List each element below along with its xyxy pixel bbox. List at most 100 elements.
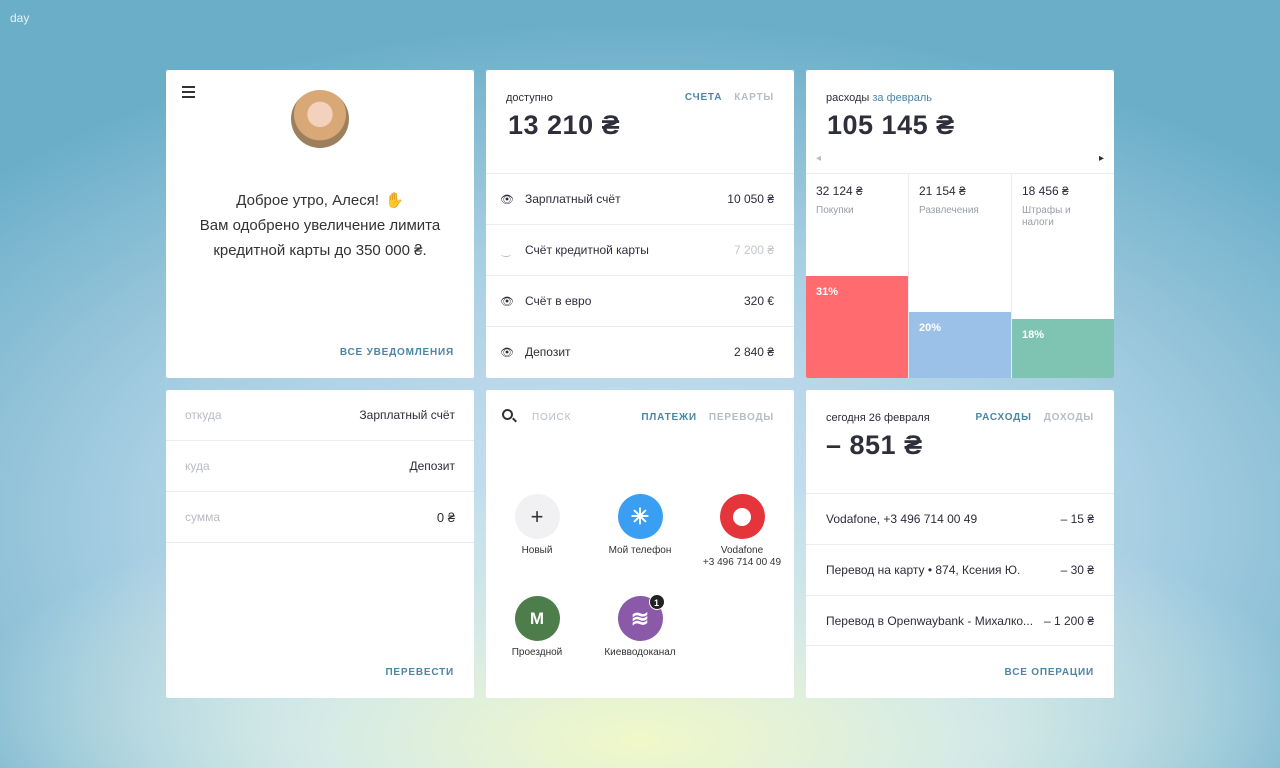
operations-card: сегодня 26 февраля расходы доходы – 851 … [806,390,1114,698]
greeting-message: Доброе утро, Алеся! ✋ Вам одобрено увелич… [166,188,474,263]
eye-icon[interactable]: 👁 [500,346,514,359]
from-field[interactable]: откуда Зарплатный счёт [166,390,474,441]
to-field[interactable]: куда Депозит [166,441,474,492]
payment-tile-my-phone[interactable]: ✳ Мой телефон [590,494,690,557]
available-label: доступно [506,92,553,104]
menu-icon[interactable] [182,86,195,98]
tab-accounts[interactable]: счета [685,92,722,103]
category-percent: 20% [919,322,942,334]
expenses-label: расходы [826,92,870,104]
accounts-tabs: счета карты [685,92,774,103]
tile-label: Киевводоканал [604,647,676,658]
kyivstar-icon[interactable]: ✳ [617,494,663,539]
operation-name: Перевод в Openwaybank - Михалко... [826,613,1034,628]
operation-row[interactable]: Vodafone, +3 496 714 00 49 – 15 ₴ [806,493,1114,544]
payment-tile-water[interactable]: ≋ 1 Киевводоканал [590,594,690,659]
operation-name: Vodafone, +3 496 714 00 49 [826,512,978,526]
operation-amount: – 15 ₴ [1060,512,1094,526]
greeting-text: Доброе утро, Алеся! [236,192,380,209]
account-row[interactable]: 👁 Счёт в евро 320 € [486,275,794,326]
expense-category[interactable]: 21 154 ₴ Развлечения 20% [909,174,1012,378]
payments-card: поиск платежи переводы + Новый ✳ Мой тел… [486,390,794,698]
avatar[interactable] [291,90,349,148]
category-amount: 32 124 ₴ [816,184,863,198]
operation-amount: – 1 200 ₴ [1043,613,1094,628]
vodafone-icon[interactable] [719,494,765,539]
account-row[interactable]: ‿ Счёт кредитной карты 7 200 ₴ [486,224,794,275]
message-line: кредитной карты до 350 000 ₴. [213,242,427,259]
available-balance: 13 210 ₴ [508,110,621,140]
amount-field[interactable]: сумма 0 ₴ [166,492,474,543]
tile-label: Новый [521,545,553,556]
period-selector[interactable]: за февраль [872,92,932,104]
all-notifications-link[interactable]: все уведомления [340,347,454,358]
message-line: Вам одобрено увеличение лимита [199,217,441,234]
tile-label: Vodafone [720,545,764,556]
eye-closed-icon[interactable]: ‿ [500,244,512,257]
expense-category[interactable]: 32 124 ₴ Покупки 31% [806,174,909,378]
operation-row[interactable]: Перевод на карту • 874, Ксения Ю. – 30 ₴ [806,544,1114,595]
accounts-card: доступно счета карты 13 210 ₴ 👁 Зарплатн… [486,70,794,378]
category-bar: 20% [909,312,1011,378]
tab-transfers[interactable]: переводы [709,412,774,423]
operations-tabs: расходы доходы [976,412,1094,423]
expenses-header: расходы за февраль [826,92,932,104]
category-name: Развлечения [919,205,979,216]
account-name: Счёт кредитной карты [525,243,649,257]
to-label: куда [185,459,210,473]
operation-name: Перевод на карту • 874, Ксения Ю. [826,563,1021,577]
category-bar: 18% [1012,319,1114,378]
water-icon[interactable]: ≋ 1 [617,594,665,641]
tab-expenses[interactable]: расходы [976,412,1032,423]
category-amount: 18 456 ₴ [1022,184,1069,198]
from-value[interactable]: Зарплатный счёт [359,408,455,422]
account-amount: 320 € [743,294,774,308]
expense-category[interactable]: 18 456 ₴ Штрафы и налоги 18% [1012,174,1114,378]
search-icon[interactable] [502,409,513,420]
brand-logo: day [10,11,30,25]
plus-icon[interactable]: + [514,494,560,539]
category-bar: 31% [806,276,908,378]
expenses-total: 105 145 ₴ [827,110,955,140]
tab-income[interactable]: доходы [1044,412,1094,423]
category-percent: 31% [816,286,839,298]
search-input[interactable]: поиск [532,412,571,423]
account-name: Зарплатный счёт [525,192,621,206]
payment-tile-pass[interactable]: М Проездной [487,596,587,659]
amount-input[interactable]: 0 ₴ [437,510,455,525]
tab-payments[interactable]: платежи [641,412,697,423]
metro-icon[interactable]: М [514,596,560,641]
operations-total: – 851 ₴ [826,430,923,460]
operations-date: сегодня 26 февраля [826,412,930,424]
prev-arrow-icon[interactable]: ◂ [816,153,821,164]
operation-row[interactable]: Перевод в Openwaybank - Михалко... – 1 2… [806,595,1114,646]
account-name: Депозит [525,345,571,359]
account-amount: 7 200 ₴ [733,243,774,257]
payment-tile-new[interactable]: + Новый [487,494,587,557]
operation-amount: – 30 ₴ [1060,563,1094,577]
tab-cards[interactable]: карты [734,92,774,103]
account-amount: 10 050 ₴ [727,192,774,206]
account-name: Счёт в евро [525,294,592,308]
category-percent: 18% [1022,329,1045,341]
transfer-card: откуда Зарплатный счёт куда Депозит сумм… [166,390,474,698]
payment-tile-vodafone[interactable]: Vodafone +3 496 714 00 49 [692,494,792,569]
amount-label: сумма [185,510,221,524]
transfer-button[interactable]: перевести [385,667,454,678]
profile-card: Доброе утро, Алеся! ✋ Вам одобрено увелич… [166,70,474,378]
notification-badge: 1 [648,594,665,610]
next-arrow-icon[interactable]: ▸ [1099,153,1104,164]
from-label: откуда [185,408,222,422]
account-row[interactable]: 👁 Депозит 2 840 ₴ [486,326,794,377]
all-operations-link[interactable]: все операции [1005,667,1094,678]
category-amount: 21 154 ₴ [919,184,966,198]
eye-icon[interactable]: 👁 [500,295,514,308]
tile-label: Мой телефон [608,545,672,556]
eye-icon[interactable]: 👁 [500,193,514,206]
category-name: Покупки [816,205,854,216]
account-row[interactable]: 👁 Зарплатный счёт 10 050 ₴ [486,173,794,224]
category-name: Штрафы и налоги [1022,205,1071,228]
to-value[interactable]: Депозит [409,459,455,473]
payments-tabs: платежи переводы [641,412,774,423]
wave-icon: ✋ [385,192,404,209]
